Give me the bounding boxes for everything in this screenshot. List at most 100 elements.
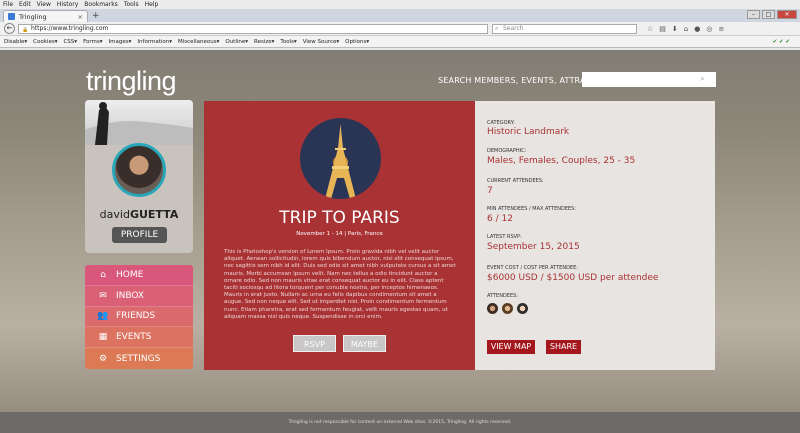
close-window-button[interactable]: ✕: [777, 10, 797, 19]
tab-strip: Tringling × + – □ ✕: [0, 9, 800, 22]
home-icon: ⌂: [100, 269, 106, 280]
attendee-avatar[interactable]: [517, 303, 528, 314]
menu-help[interactable]: Help: [145, 1, 159, 8]
addon-icon[interactable]: ●: [694, 25, 700, 33]
nav-item-events[interactable]: ▦ EVENTS: [85, 327, 193, 349]
menu-edit[interactable]: Edit: [19, 1, 31, 8]
category-value: Historic Landmark: [487, 127, 570, 137]
current-attendees-label: CURRENT ATTENDEES:: [487, 178, 544, 184]
home-browser-icon[interactable]: ⌂: [684, 25, 688, 33]
share-button[interactable]: SHARE: [546, 340, 581, 354]
menu-bookmarks[interactable]: Bookmarks: [84, 1, 118, 8]
browser-search-placeholder: Search: [503, 24, 524, 32]
view-map-button[interactable]: VIEW MAP: [487, 340, 535, 354]
attendees-label: ATTENDEES:: [487, 293, 518, 299]
search-icon: ⌕: [495, 24, 499, 32]
back-button[interactable]: ←: [4, 23, 15, 34]
event-description: This is Photoshop's version of Lorem Ips…: [224, 249, 456, 320]
latest-rsvp-value: September 15, 2015: [487, 242, 580, 252]
minimize-button[interactable]: –: [747, 10, 760, 19]
category-label: CATEGORY:: [487, 120, 515, 126]
search-icon[interactable]: ⌕: [700, 74, 711, 85]
site-logo[interactable]: tringling: [86, 66, 177, 97]
menu-tools[interactable]: Tools: [124, 1, 139, 8]
lock-icon: 🔒: [22, 26, 29, 33]
toolbar-disable[interactable]: Disable▾: [4, 39, 27, 45]
attendee-avatar[interactable]: [487, 303, 498, 314]
toolbar-outline[interactable]: Outline▾: [225, 39, 248, 45]
toolbar-tools[interactable]: Tools▾: [280, 39, 296, 45]
reading-list-icon[interactable]: ▤: [659, 25, 666, 33]
download-icon[interactable]: ⬇: [672, 25, 678, 33]
demographic-label: DEMOGRAPHIC:: [487, 148, 527, 154]
toolbar-forms[interactable]: Forms▾: [83, 39, 102, 45]
toolbar-information[interactable]: Information▾: [137, 39, 172, 45]
username-last: GUETTA: [129, 208, 179, 221]
window-controls: – □ ✕: [747, 10, 797, 19]
nav-item-settings[interactable]: ⚙ SETTINGS: [85, 348, 193, 369]
validation-check-icons: ✔ ✔ ✔: [772, 38, 790, 45]
star-icon[interactable]: ☆: [647, 25, 653, 33]
maybe-button[interactable]: MAYBE: [343, 335, 386, 352]
nav-item-home[interactable]: ⌂ HOME: [85, 265, 193, 286]
maximize-button[interactable]: □: [762, 10, 775, 19]
web-developer-toolbar: Disable▾ Cookies▾ CSS▾ Forms▾ Images▾ In…: [0, 36, 800, 48]
profile-button[interactable]: PROFILE: [112, 227, 167, 243]
avatar[interactable]: [112, 143, 166, 197]
calendar-icon: ▦: [98, 332, 108, 343]
tab-close-icon[interactable]: ×: [78, 13, 83, 21]
menu-bar: File Edit View History Bookmarks Tools H…: [0, 0, 800, 9]
event-title: TRIP TO PARIS: [279, 208, 400, 228]
tab-title: Tringling: [19, 12, 47, 21]
nav-item-inbox[interactable]: ✉ INBOX: [85, 285, 193, 307]
toolbar-miscellaneous[interactable]: Miscellaneous▾: [178, 39, 219, 45]
cost-value: $6000 USD / $1500 USD per attendee: [487, 273, 659, 283]
sync-icon[interactable]: ◎: [706, 25, 712, 33]
profile-cover-image: [85, 100, 193, 145]
nav-item-label: EVENTS: [116, 332, 152, 343]
menu-history[interactable]: History: [57, 1, 78, 8]
gear-icon: ⚙: [98, 353, 108, 364]
url-text: https://www.tringling.com: [31, 24, 109, 32]
attendee-avatar[interactable]: [502, 303, 513, 314]
site-search-input[interactable]: [582, 72, 716, 87]
toolbar-cookies[interactable]: Cookies▾: [33, 39, 57, 45]
main-nav: ⌂ HOME ✉ INBOX 👥 FRIENDS ▦ EVENTS ⚙ SETT…: [85, 265, 193, 369]
min-max-value: 6 / 12: [487, 214, 513, 224]
toolbar-css[interactable]: CSS▾: [63, 39, 77, 45]
browser-chrome: File Edit View History Bookmarks Tools H…: [0, 0, 800, 50]
profile-card: davidGUETTA PROFILE: [85, 100, 193, 253]
hamburger-menu-icon[interactable]: ≡: [718, 25, 724, 33]
favicon-icon: [8, 13, 15, 20]
cost-label: EVENT COST / COST PER ATTENDEE:: [487, 265, 578, 271]
menu-file[interactable]: File: [3, 1, 13, 8]
nav-item-label: HOME: [116, 269, 144, 280]
menu-view[interactable]: View: [37, 1, 51, 8]
footer: Tringling is not responsible for content…: [0, 412, 800, 433]
navigation-bar: ← 🔒 https://www.tringling.com ⌕ Search ☆…: [0, 22, 800, 36]
current-attendees-value: 7: [487, 186, 493, 196]
toolbar-view-source[interactable]: View Source▾: [303, 39, 339, 45]
nav-item-friends[interactable]: 👥 FRIENDS: [85, 306, 193, 328]
nav-item-label: INBOX: [116, 290, 145, 301]
toolbar-options[interactable]: Options▾: [345, 39, 369, 45]
url-bar[interactable]: 🔒 https://www.tringling.com: [18, 23, 488, 34]
mail-icon: ✉: [99, 290, 107, 301]
new-tab-button[interactable]: +: [92, 11, 100, 22]
nav-item-label: SETTINGS: [116, 353, 161, 364]
event-panel: TRIP TO PARIS November 1 - 14 | Paris, F…: [204, 101, 475, 370]
browser-search-input[interactable]: ⌕ Search: [492, 23, 637, 34]
toolbar-images[interactable]: Images▾: [109, 39, 132, 45]
tab-tringling[interactable]: Tringling ×: [3, 10, 88, 22]
toolbar-resize[interactable]: Resize▾: [254, 39, 274, 45]
event-image: [300, 118, 381, 199]
min-max-label: MIN ATTENDEES / MAX ATTENDEES:: [487, 206, 577, 212]
event-subtitle: November 1 - 14 | Paris, France: [296, 231, 383, 237]
nav-item-label: FRIENDS: [116, 311, 156, 322]
rsvp-button[interactable]: RSVP: [293, 335, 336, 352]
toolbar-icons: ☆ ▤ ⬇ ⌂ ● ◎ ≡: [647, 25, 724, 33]
friends-icon: 👥: [97, 311, 109, 322]
latest-rsvp-label: LATEST RSVP:: [487, 234, 522, 240]
event-info-panel: CATEGORY: Historic Landmark DEMOGRAPHIC:…: [475, 101, 715, 370]
username-first: david: [99, 208, 130, 221]
